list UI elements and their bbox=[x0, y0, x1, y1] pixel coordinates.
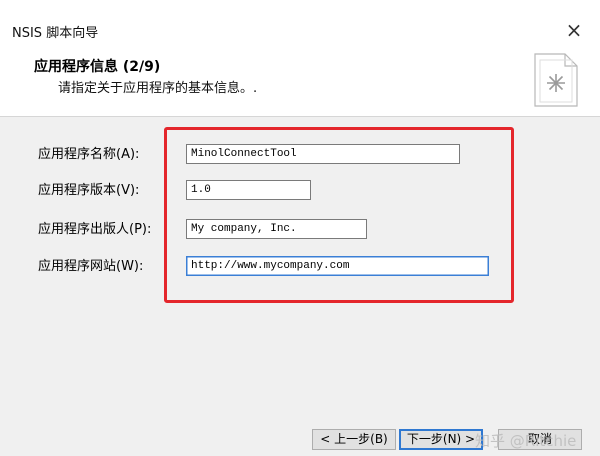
app-version-field[interactable]: 1.0 bbox=[186, 180, 311, 200]
app-name-label: 应用程序名称(A): bbox=[38, 147, 140, 162]
cancel-button[interactable]: 取消 bbox=[498, 429, 582, 450]
next-button[interactable]: 下一步(N) > bbox=[399, 429, 483, 450]
window-title: NSIS 脚本向导 bbox=[12, 26, 99, 41]
app-website-label: 应用程序网站(W): bbox=[38, 259, 144, 274]
app-name-field[interactable]: MinolConnectTool bbox=[186, 144, 460, 164]
close-icon[interactable]: × bbox=[564, 20, 584, 40]
app-version-label: 应用程序版本(V): bbox=[38, 183, 140, 198]
nsis-wizard-window: NSIS 脚本向导 × 应用程序信息 (2/9) 请指定关于应用程序的基本信息。… bbox=[0, 0, 600, 456]
page-subtitle: 请指定关于应用程序的基本信息。. bbox=[58, 81, 258, 96]
wizard-document-icon bbox=[534, 53, 578, 107]
app-publisher-field[interactable]: My company, Inc. bbox=[186, 219, 367, 239]
title-bar: NSIS 脚本向导 × bbox=[0, 0, 600, 46]
back-button[interactable]: < 上一步(B) bbox=[312, 429, 396, 450]
app-website-field[interactable]: http://www.mycompany.com bbox=[186, 256, 489, 276]
app-publisher-label: 应用程序出版人(P): bbox=[38, 222, 152, 237]
page-title: 应用程序信息 (2/9) bbox=[34, 59, 161, 75]
button-bar: < 上一步(B) 下一步(N) > 取消 知乎 @Ritchie bbox=[0, 412, 600, 456]
form-area: 应用程序名称(A): MinolConnectTool 应用程序版本(V): 1… bbox=[0, 117, 600, 412]
wizard-header: 应用程序信息 (2/9) 请指定关于应用程序的基本信息。. bbox=[0, 46, 600, 117]
